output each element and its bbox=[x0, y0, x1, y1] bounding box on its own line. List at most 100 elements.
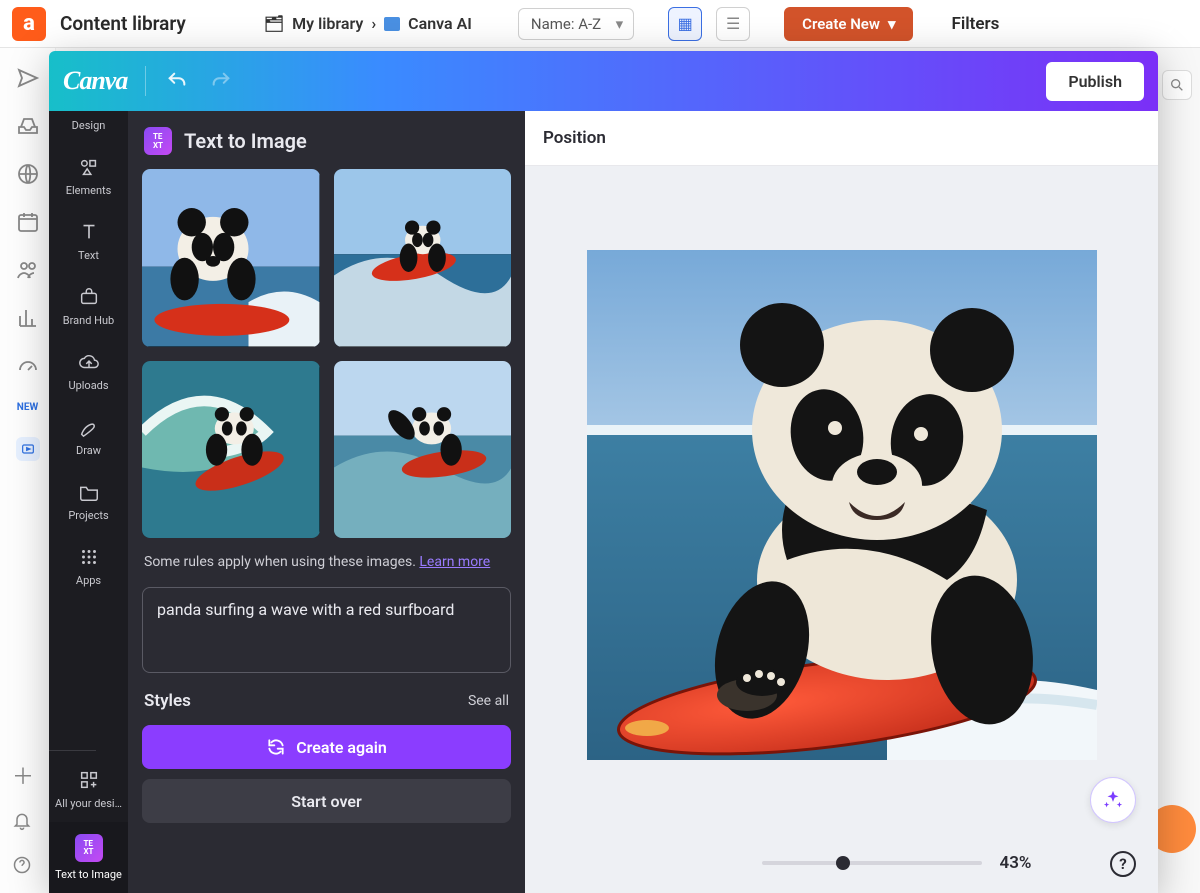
host-bottom-rail: ＋ bbox=[12, 759, 34, 879]
learn-more-link[interactable]: Learn more bbox=[419, 554, 490, 570]
zoom-percent[interactable]: 43% bbox=[1000, 853, 1032, 873]
canvas-area: Position bbox=[525, 111, 1158, 893]
rail-design[interactable]: Design bbox=[49, 117, 128, 144]
rail-text-to-image[interactable]: TEXT Text to Image bbox=[49, 822, 128, 893]
result-grid bbox=[142, 169, 511, 538]
rail-label: Brand Hub bbox=[63, 314, 114, 327]
bell-icon[interactable] bbox=[12, 811, 34, 835]
divider bbox=[145, 66, 146, 96]
grid-plus-icon bbox=[78, 769, 100, 791]
briefcase-icon bbox=[78, 286, 100, 308]
rail-label: Design bbox=[72, 119, 106, 132]
create-again-button[interactable]: Create again bbox=[142, 725, 511, 769]
host-title: Content library bbox=[60, 12, 186, 35]
grid-view-button[interactable]: ▦ bbox=[668, 7, 702, 41]
panel-title: Text to Image bbox=[184, 129, 307, 153]
media-library-icon[interactable] bbox=[16, 437, 40, 461]
sparkle-icon bbox=[1102, 789, 1124, 811]
list-view-button[interactable]: ☰ bbox=[716, 7, 750, 41]
calendar-icon[interactable] bbox=[16, 210, 40, 234]
send-icon[interactable] bbox=[16, 66, 40, 90]
button-label: Create again bbox=[296, 738, 387, 757]
create-new-button[interactable]: Create New▾ bbox=[784, 7, 913, 41]
canva-logo[interactable]: Canva bbox=[63, 66, 127, 96]
rail-projects[interactable]: Projects bbox=[49, 469, 128, 534]
canvas-stage[interactable]: 43% ? bbox=[525, 166, 1158, 893]
library-icon: 🗂 bbox=[264, 14, 284, 33]
inbox-icon[interactable] bbox=[16, 114, 40, 138]
canvas-artwork[interactable] bbox=[587, 250, 1097, 760]
button-label: Start over bbox=[291, 792, 361, 811]
canvas-help-button[interactable]: ? bbox=[1110, 851, 1136, 877]
publish-button[interactable]: Publish bbox=[1046, 62, 1144, 101]
result-thumb-2[interactable] bbox=[334, 169, 512, 347]
rail-brand-hub[interactable]: Brand Hub bbox=[49, 274, 128, 339]
styles-row: Styles See all bbox=[144, 691, 509, 711]
close-modal-button[interactable]: ✕ bbox=[1164, 12, 1186, 42]
rail-label: Apps bbox=[76, 574, 101, 587]
canvas-toolbar: Position bbox=[525, 111, 1158, 166]
text-to-image-app-icon: TEXT bbox=[75, 834, 103, 862]
chevron-right-icon: › bbox=[371, 14, 376, 33]
result-thumb-3[interactable] bbox=[142, 361, 320, 539]
new-badge: NEW bbox=[17, 402, 38, 413]
globe-icon[interactable] bbox=[16, 162, 40, 186]
breadcrumb-root[interactable]: My library bbox=[292, 14, 363, 33]
rail-label: Projects bbox=[68, 509, 108, 522]
gauge-icon[interactable] bbox=[16, 354, 40, 378]
undo-button[interactable] bbox=[164, 68, 190, 94]
zoom-slider[interactable] bbox=[762, 861, 982, 865]
rail-uploads[interactable]: Uploads bbox=[49, 339, 128, 404]
breadcrumb[interactable]: 🗂 My library › Canva AI bbox=[264, 14, 472, 33]
help-icon[interactable] bbox=[12, 855, 34, 879]
text-icon bbox=[78, 221, 100, 243]
rail-label: Uploads bbox=[68, 379, 108, 392]
rail-label: Text bbox=[78, 249, 99, 262]
host-logo[interactable]: a bbox=[12, 7, 46, 41]
rail-label: Draw bbox=[76, 444, 101, 457]
refresh-icon bbox=[266, 737, 286, 757]
panel-header: TEXT Text to Image bbox=[142, 111, 511, 169]
breadcrumb-current[interactable]: Canva AI bbox=[408, 14, 472, 33]
filters-heading: Filters bbox=[951, 14, 999, 34]
rail-label: Text to Image bbox=[55, 868, 122, 881]
host-topbar: a Content library 🗂 My library › Canva A… bbox=[0, 0, 1200, 48]
prompt-input[interactable]: panda surfing a wave with a red surfboar… bbox=[142, 587, 511, 673]
rail-apps[interactable]: Apps bbox=[49, 534, 128, 599]
zoom-thumb[interactable] bbox=[836, 856, 850, 870]
magic-fab-button[interactable] bbox=[1090, 777, 1136, 823]
pencil-icon bbox=[78, 416, 100, 438]
rail-label: All your desi… bbox=[55, 797, 122, 810]
editor-modal: Canva Publish Design Elements Text bbox=[49, 51, 1158, 893]
cloud-upload-icon bbox=[78, 351, 100, 373]
sort-select[interactable]: Name: A-Z bbox=[518, 8, 634, 40]
styles-label: Styles bbox=[144, 691, 191, 711]
editor-topbar: Canva Publish bbox=[49, 51, 1158, 111]
result-thumb-4[interactable] bbox=[334, 361, 512, 539]
text-to-image-app-icon: TEXT bbox=[144, 127, 172, 155]
see-all-styles-link[interactable]: See all bbox=[468, 693, 509, 709]
folder-icon bbox=[78, 481, 100, 503]
apps-grid-icon bbox=[78, 546, 100, 568]
rail-label: Elements bbox=[66, 184, 112, 197]
rail-all-designs[interactable]: All your desi… bbox=[49, 757, 128, 822]
result-thumb-1[interactable] bbox=[142, 169, 320, 347]
chart-icon[interactable] bbox=[16, 306, 40, 330]
zoom-controls: 43% bbox=[762, 853, 1032, 873]
rail-separator bbox=[49, 750, 96, 751]
position-button[interactable]: Position bbox=[543, 128, 606, 148]
tool-rail: Design Elements Text Brand Hub Uploads D… bbox=[49, 111, 128, 893]
text-to-image-panel: ◀ TEXT Text to Image bbox=[128, 111, 525, 893]
plus-icon[interactable]: ＋ bbox=[12, 759, 34, 791]
redo-button[interactable] bbox=[208, 68, 234, 94]
folder-icon bbox=[384, 17, 400, 31]
usage-rules-text: Some rules apply when using these images… bbox=[144, 552, 509, 573]
start-over-button[interactable]: Start over bbox=[142, 779, 511, 823]
host-search-button[interactable] bbox=[1162, 70, 1192, 100]
chevron-down-icon: ▾ bbox=[888, 15, 896, 33]
rail-text[interactable]: Text bbox=[49, 209, 128, 274]
people-icon[interactable] bbox=[16, 258, 40, 282]
rail-draw[interactable]: Draw bbox=[49, 404, 128, 469]
shapes-icon bbox=[78, 156, 100, 178]
rail-elements[interactable]: Elements bbox=[49, 144, 128, 209]
